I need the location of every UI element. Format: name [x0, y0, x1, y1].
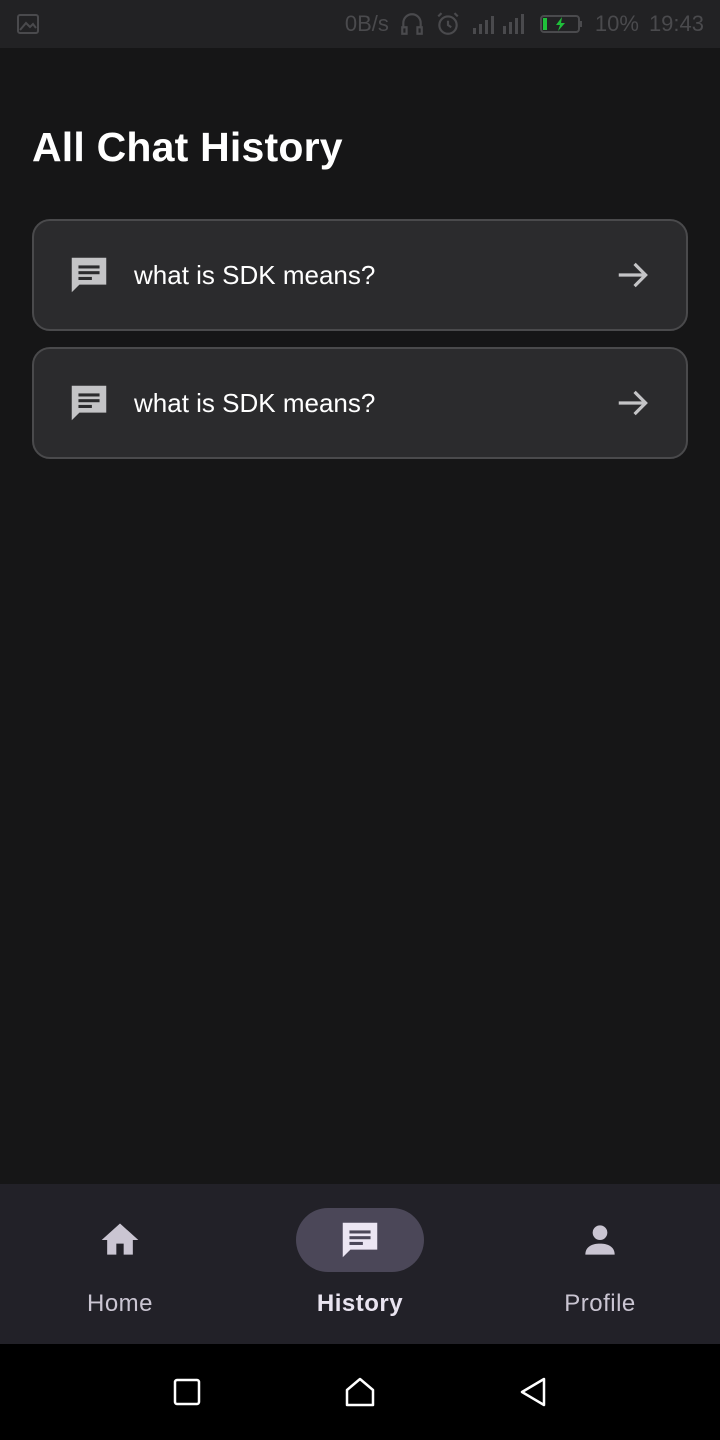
nav-label-profile: Profile [564, 1290, 636, 1317]
chat-title: what is SDK means? [134, 387, 376, 418]
person-icon [585, 1225, 615, 1255]
home-outline-icon [345, 1377, 375, 1407]
nav-label-home: Home [86, 1290, 154, 1317]
net-speed: 0B/s [344, 11, 389, 36]
recents-button[interactable] [165, 1370, 209, 1414]
image-notification-icon [16, 12, 40, 36]
nav-label-history: History [316, 1290, 404, 1317]
nav-item-profile[interactable]: Profile [480, 1184, 720, 1344]
nav-icon-container [56, 1208, 184, 1272]
nav-item-history[interactable]: History [240, 1184, 480, 1344]
back-icon [521, 1377, 546, 1407]
nav-active-pill [296, 1208, 424, 1272]
chat-icon [342, 1222, 378, 1258]
back-button[interactable] [511, 1370, 555, 1414]
signal-icon [471, 12, 529, 36]
chat-title: what is SDK means? [134, 259, 376, 290]
bottom-navigation: Home History Profile [0, 1184, 720, 1344]
nav-icon-container [536, 1208, 664, 1272]
chat-history-item[interactable]: what is SDK means? [32, 347, 688, 459]
home-icon [101, 1223, 139, 1255]
chat-bubble-icon [71, 257, 107, 293]
arrow-right-icon[interactable] [614, 384, 652, 422]
chat-history-list: what is SDK means? what is SDK means? [32, 219, 688, 475]
battery-icon [539, 12, 585, 36]
alarm-icon [435, 11, 461, 37]
system-home-button[interactable] [338, 1370, 382, 1414]
recents-icon [173, 1378, 200, 1406]
screen: 0B/s 10% 19:43 All Chat History what is … [0, 0, 720, 1440]
status-bar: 0B/s 10% 19:43 [0, 0, 720, 48]
clock: 19:43 [648, 11, 704, 36]
battery-percent: 10% [594, 11, 639, 36]
system-navigation-bar [0, 1344, 720, 1440]
chat-history-item[interactable]: what is SDK means? [32, 219, 688, 331]
page-title: All Chat History [32, 124, 343, 170]
arrow-right-icon[interactable] [614, 256, 652, 294]
nav-item-home[interactable]: Home [0, 1184, 240, 1344]
chat-bubble-icon [71, 385, 107, 421]
headphones-icon [399, 11, 425, 37]
